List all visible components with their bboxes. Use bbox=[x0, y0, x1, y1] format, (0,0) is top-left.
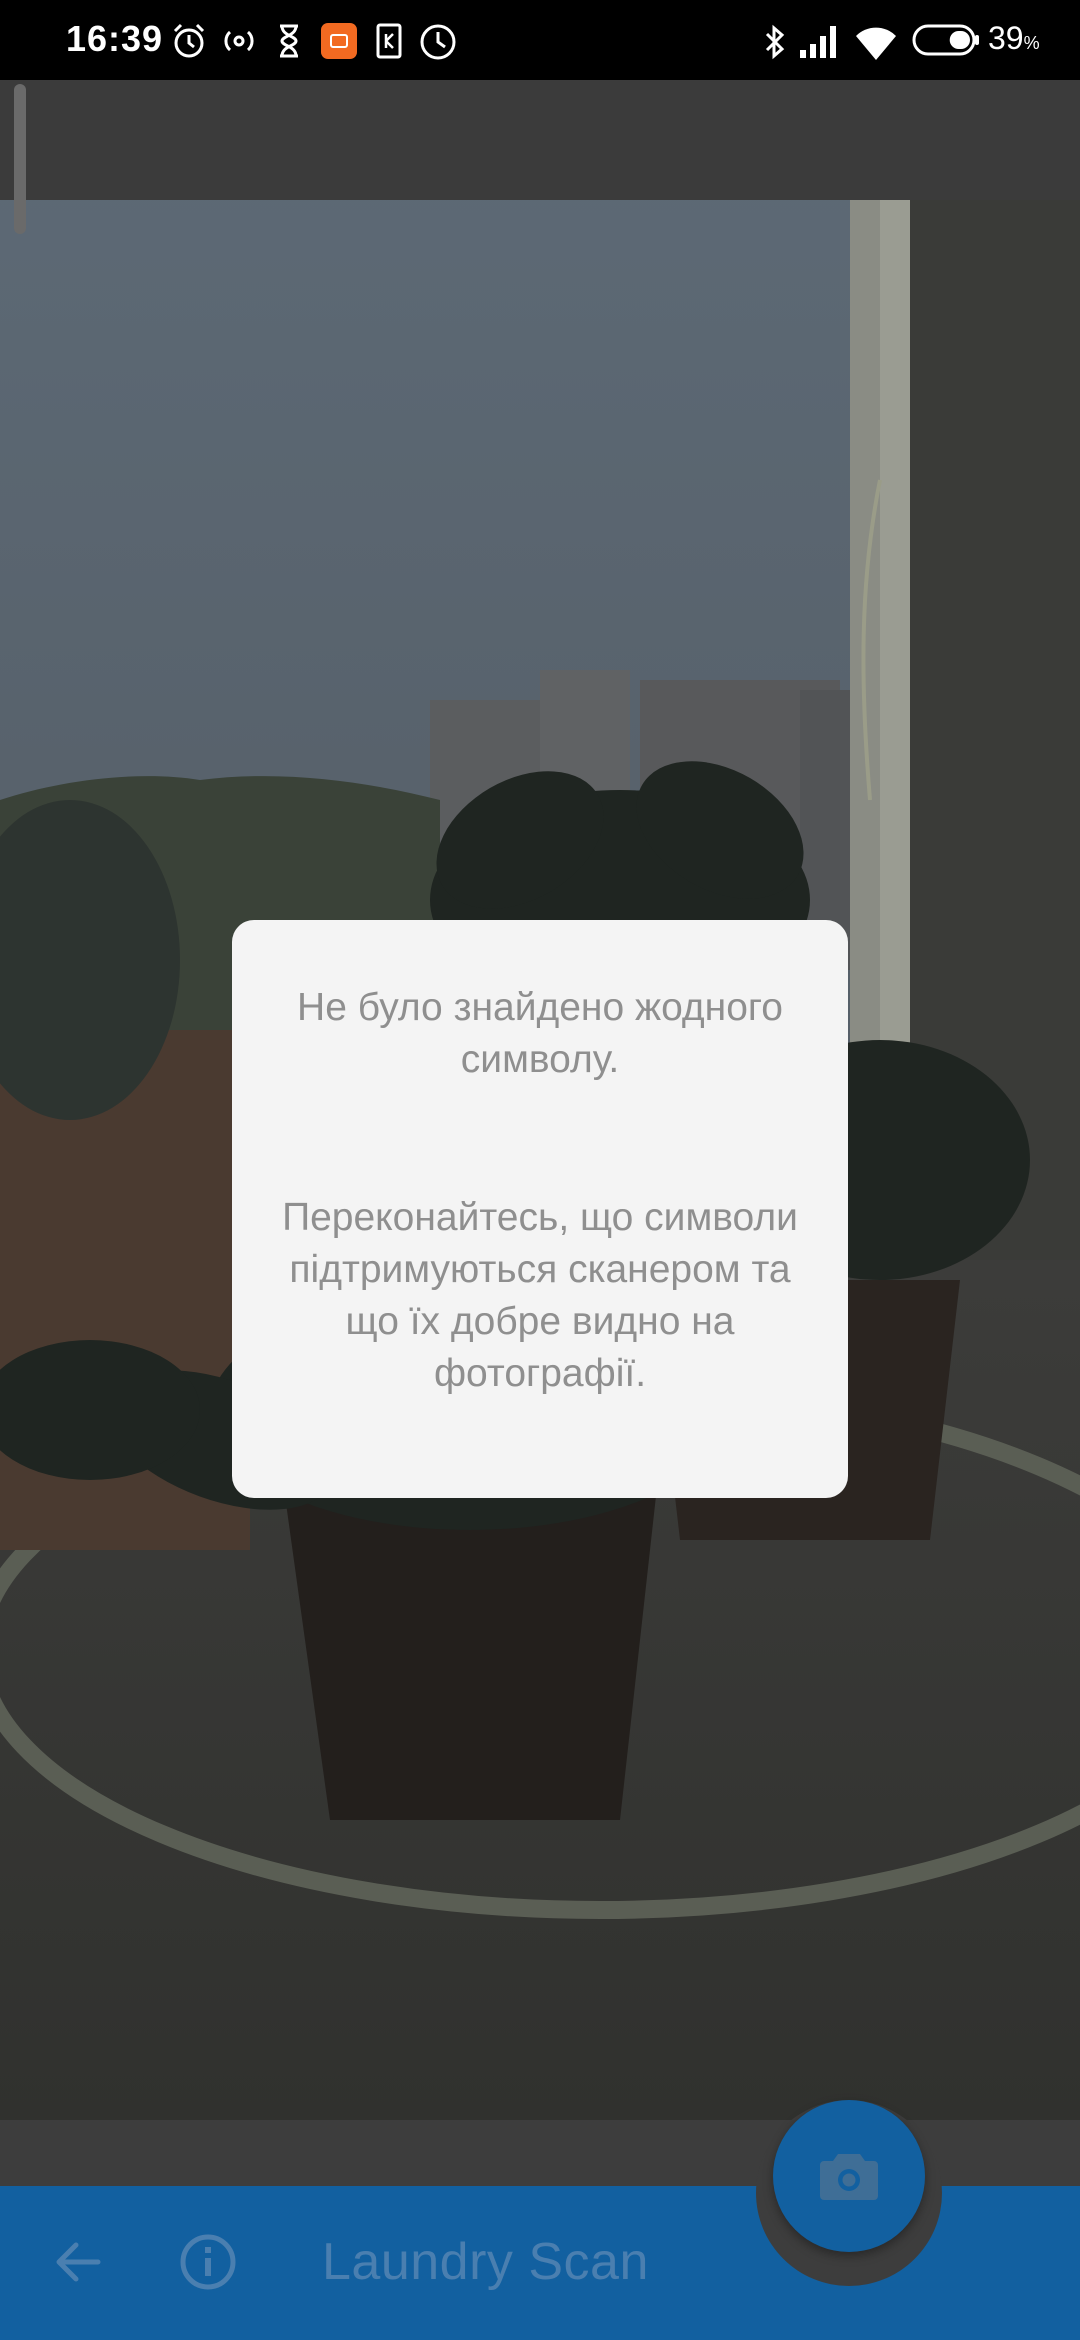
signal-icon bbox=[800, 26, 836, 58]
scroll-indicator[interactable] bbox=[14, 84, 26, 234]
app-title: Laundry Scan bbox=[322, 2233, 649, 2291]
dialog-title: Не було знайдено жодного символу. bbox=[297, 986, 783, 1081]
arrow-back-icon bbox=[56, 2242, 101, 2282]
bluetooth-icon bbox=[765, 24, 785, 60]
sim-icon bbox=[376, 23, 402, 59]
status-bar: 16:39 39% bbox=[0, 0, 1080, 80]
status-time: 16:39 bbox=[66, 18, 164, 59]
camera-top-overlay bbox=[0, 80, 1080, 200]
screen: 16:39 39% Не було знайдено жодного симво… bbox=[0, 0, 1080, 2340]
battery-icon bbox=[912, 24, 979, 56]
info-button[interactable] bbox=[178, 2232, 238, 2292]
back-button[interactable] bbox=[48, 2232, 108, 2292]
no-symbols-dialog[interactable]: Не було знайдено жодного символу. Переко… bbox=[232, 920, 848, 1498]
clock-icon bbox=[420, 24, 456, 60]
hotspot-icon bbox=[224, 30, 254, 52]
camera-icon bbox=[820, 2154, 878, 2200]
hourglass-icon bbox=[280, 24, 298, 58]
mi-app-icon bbox=[321, 23, 357, 59]
info-icon bbox=[180, 2234, 236, 2290]
wifi-icon bbox=[856, 27, 896, 61]
battery-percent: 39% bbox=[988, 20, 1040, 56]
capture-photo-button[interactable] bbox=[773, 2100, 925, 2252]
dialog-message: Переконайтесь, що символи підтримуються … bbox=[282, 1196, 798, 1395]
alarm-icon bbox=[173, 23, 205, 58]
